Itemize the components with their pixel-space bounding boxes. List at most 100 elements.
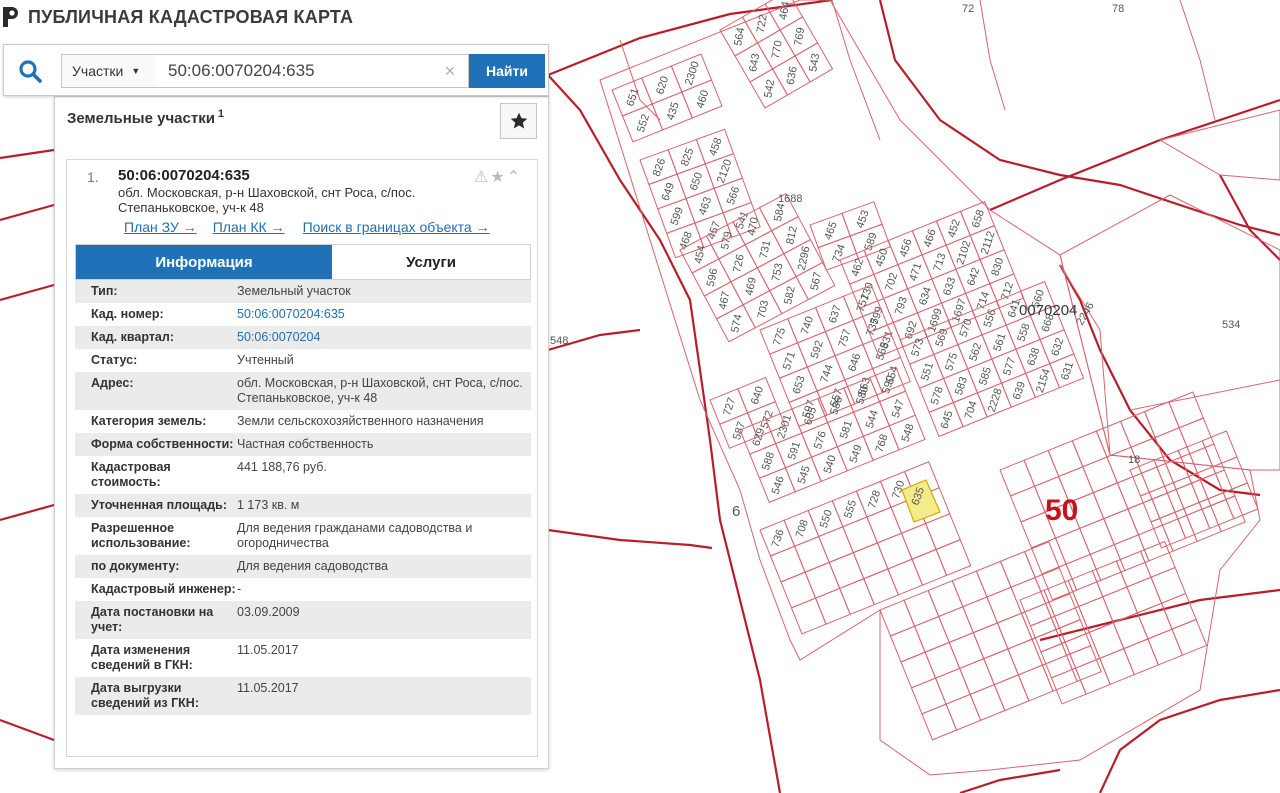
- parcel[interactable]: [1074, 657, 1111, 695]
- parcel[interactable]: [852, 542, 889, 580]
- parcel[interactable]: [790, 597, 827, 635]
- parcel[interactable]: [1041, 654, 1078, 692]
- warning-icon[interactable]: ⚠: [474, 167, 488, 187]
- parcel[interactable]: [993, 674, 1030, 712]
- parcel[interactable]: [814, 587, 851, 625]
- parcel[interactable]: [986, 586, 1023, 624]
- search-in-bounds-link[interactable]: Поиск в границах объекта →: [303, 219, 490, 235]
- parcel[interactable]: [1127, 498, 1164, 536]
- parcel[interactable]: [999, 550, 1036, 588]
- parcel[interactable]: [996, 612, 1033, 650]
- plan-kk-link[interactable]: План КК →: [213, 219, 285, 235]
- parcel[interactable]: [1139, 540, 1176, 578]
- parcel[interactable]: [913, 615, 950, 653]
- parcel[interactable]: [969, 683, 1006, 721]
- parcel[interactable]: [934, 667, 971, 705]
- parcel[interactable]: [927, 580, 964, 618]
- search-type-select[interactable]: Участки ▼: [61, 54, 157, 88]
- parcel[interactable]: [1092, 482, 1129, 520]
- parcel[interactable]: [924, 641, 961, 679]
- parcel[interactable]: [924, 513, 961, 551]
- find-button[interactable]: Найти: [469, 54, 545, 88]
- parcel[interactable]: [1201, 430, 1238, 468]
- parcel[interactable]: [1034, 567, 1071, 605]
- parcel[interactable]: [1017, 664, 1054, 702]
- parcel[interactable]: [804, 561, 841, 599]
- result-cad-number[interactable]: 50:06:0070204:635: [118, 167, 250, 184]
- parcel[interactable]: [1064, 631, 1101, 669]
- search-icon[interactable]: [14, 55, 46, 87]
- parcel[interactable]: [975, 560, 1012, 598]
- parcel[interactable]: [1065, 645, 1102, 683]
- clear-icon[interactable]: ×: [440, 60, 460, 82]
- parcel[interactable]: [1054, 527, 1091, 565]
- parcel[interactable]: [1009, 485, 1046, 523]
- parcel[interactable]: [1007, 638, 1044, 676]
- parcel[interactable]: [1030, 537, 1067, 575]
- parcel[interactable]: [948, 632, 985, 670]
- parcel[interactable]: [1079, 518, 1115, 556]
- parcel[interactable]: [1095, 420, 1132, 458]
- parcel[interactable]: [962, 596, 999, 634]
- parcel[interactable]: [983, 648, 1020, 686]
- parcel[interactable]: [921, 703, 958, 741]
- parcel[interactable]: [1041, 563, 1078, 601]
- parcel[interactable]: [889, 625, 926, 663]
- parcel[interactable]: [910, 677, 947, 715]
- parcel[interactable]: [1071, 430, 1108, 468]
- parcel[interactable]: [780, 571, 817, 609]
- parcel[interactable]: [1168, 391, 1204, 429]
- parcel[interactable]: [1053, 605, 1090, 643]
- parcel[interactable]: [1171, 618, 1208, 656]
- parcel[interactable]: [839, 578, 875, 616]
- parcel[interactable]: [1115, 550, 1152, 588]
- parcel[interactable]: [769, 545, 806, 583]
- parcel[interactable]: [887, 558, 924, 596]
- parcel[interactable]: [1116, 472, 1153, 510]
- chevron-up-icon[interactable]: ⌃: [507, 167, 520, 187]
- parcel[interactable]: [1150, 566, 1187, 604]
- parcel[interactable]: [1113, 534, 1150, 572]
- parcel[interactable]: [903, 589, 940, 627]
- parcel[interactable]: [1126, 576, 1163, 614]
- parcel[interactable]: [1055, 619, 1092, 657]
- parcel[interactable]: [1160, 592, 1197, 630]
- parcel[interactable]: [1020, 602, 1057, 640]
- search-input[interactable]: [156, 54, 469, 88]
- parcel[interactable]: [945, 693, 982, 731]
- parcel[interactable]: [1082, 456, 1119, 494]
- parcel[interactable]: [1040, 641, 1077, 679]
- cad-quarter-link[interactable]: 50:06:0070204: [237, 330, 320, 344]
- parcel[interactable]: [1212, 456, 1249, 494]
- parcel[interactable]: [879, 599, 916, 637]
- parcel[interactable]: [959, 658, 995, 696]
- parcel[interactable]: [911, 548, 948, 586]
- parcel[interactable]: [935, 539, 972, 577]
- parcel[interactable]: [1119, 410, 1156, 448]
- parcel[interactable]: [900, 651, 937, 689]
- parcel[interactable]: [842, 516, 879, 554]
- parcel[interactable]: [1010, 576, 1047, 614]
- parcel[interactable]: [1222, 482, 1259, 520]
- parcel[interactable]: [1065, 553, 1102, 591]
- parcel[interactable]: [1099, 648, 1135, 686]
- cad-number-link[interactable]: 50:06:0070204:635: [237, 307, 345, 321]
- parcel[interactable]: [1088, 622, 1125, 660]
- parcel[interactable]: [1147, 628, 1184, 666]
- parcel[interactable]: [1023, 541, 1060, 579]
- parcel[interactable]: [972, 622, 1009, 660]
- parcel[interactable]: [1123, 638, 1160, 676]
- tab-information[interactable]: Информация: [76, 245, 332, 279]
- plan-zu-link[interactable]: План ЗУ →: [124, 219, 197, 235]
- parcel[interactable]: [1043, 579, 1080, 617]
- parcel[interactable]: [1103, 508, 1140, 546]
- parcel[interactable]: [828, 552, 865, 590]
- parcel[interactable]: [1137, 524, 1174, 562]
- parcel[interactable]: [1091, 560, 1128, 598]
- parcel[interactable]: [1019, 589, 1056, 627]
- parcel[interactable]: [866, 506, 903, 544]
- favorites-button[interactable]: [500, 103, 537, 139]
- parcel[interactable]: [1143, 401, 1180, 439]
- parcel[interactable]: [1047, 440, 1084, 478]
- parcel[interactable]: [818, 526, 854, 564]
